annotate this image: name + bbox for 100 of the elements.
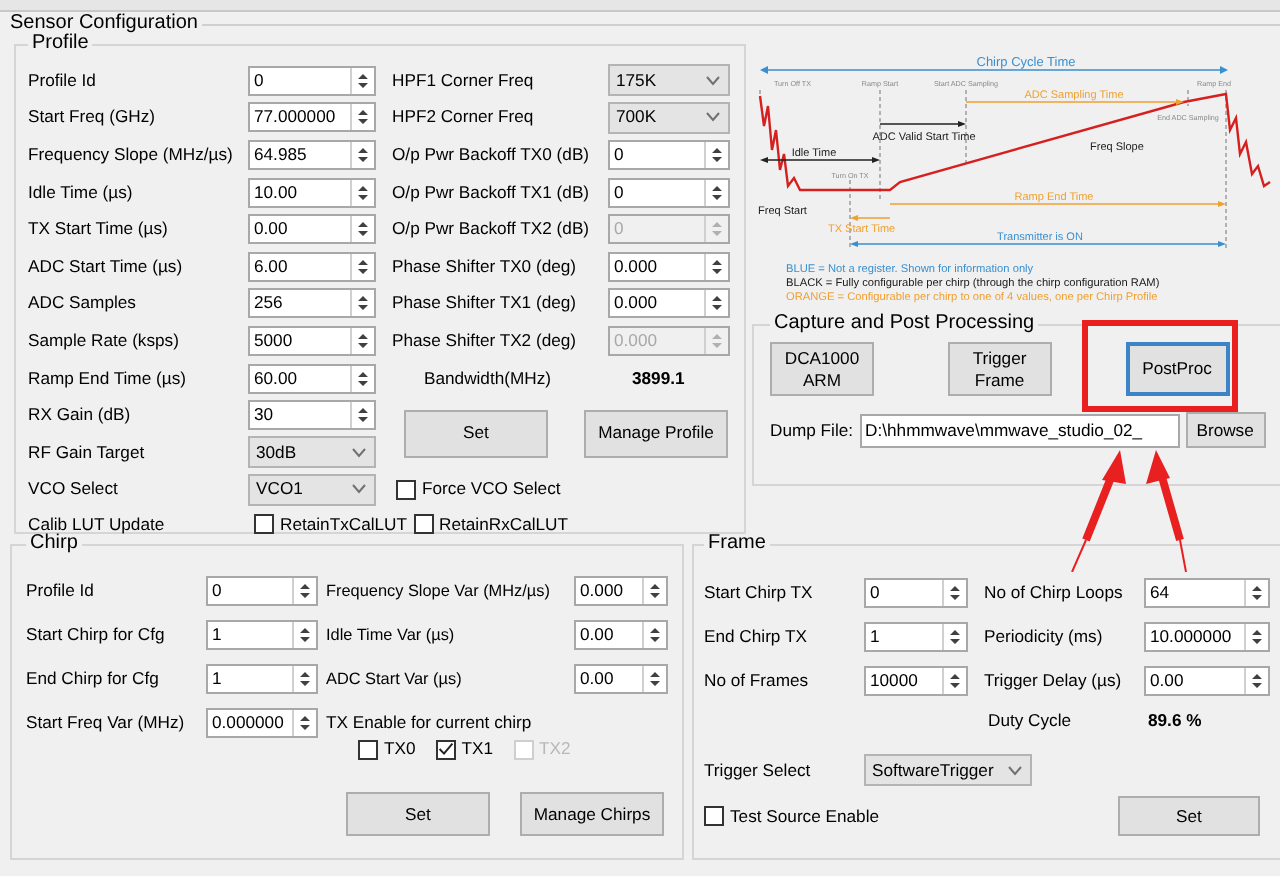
spinner-icon[interactable] [948, 627, 962, 645]
field-label: Profile Id [28, 69, 98, 92]
group-title: Capture and Post Processing [772, 314, 1037, 334]
number-field[interactable]: 1 [206, 619, 318, 649]
number-field[interactable]: 0.00 [574, 663, 668, 693]
spinner-icon[interactable] [356, 257, 370, 276]
spinner-icon[interactable] [648, 669, 662, 687]
push-button[interactable]: Trigger Frame [947, 342, 1052, 396]
spinner-icon[interactable] [356, 71, 370, 90]
spinner-icon[interactable] [710, 294, 724, 313]
push-button[interactable]: Set [404, 409, 548, 458]
group-title: Chirp [28, 534, 80, 554]
number-field[interactable]: 1 [206, 663, 318, 693]
checkbox[interactable] [435, 739, 456, 759]
field-label: Duty Cycle [986, 709, 1074, 731]
push-button[interactable]: Set [346, 792, 490, 836]
number-field[interactable]: 0.000 [608, 251, 730, 282]
checkbox[interactable] [396, 479, 416, 500]
number-field[interactable]: 77.000000 [248, 102, 376, 133]
field-label: Frequency Slope (MHz/µs) [28, 143, 235, 166]
number-field[interactable]: 0.000 [608, 288, 730, 319]
dropdown[interactable]: 30dB [248, 436, 376, 469]
field-label: Profile Id [26, 579, 96, 601]
spinner-icon[interactable] [298, 669, 312, 687]
field-label: HPF1 Corner Freq [392, 69, 536, 92]
number-field[interactable]: 1 [864, 621, 968, 651]
number-field[interactable]: 0 [206, 575, 318, 605]
number-field[interactable]: 6.00 [248, 251, 376, 282]
number-field[interactable]: 10.000000 [1144, 621, 1270, 651]
field-label: HPF2 Corner Freq [392, 106, 536, 129]
spinner-icon[interactable] [356, 406, 370, 425]
spinner-icon[interactable] [1250, 627, 1264, 645]
checkbox[interactable] [254, 514, 274, 535]
dropdown[interactable]: 700K [608, 101, 730, 134]
number-field[interactable]: 0 [608, 177, 730, 208]
push-button[interactable]: Browse [1185, 412, 1266, 448]
checkbox[interactable] [413, 514, 434, 535]
spinner-icon[interactable] [710, 183, 724, 202]
number-field[interactable]: 0.000 [574, 575, 668, 605]
group-title: Frame [706, 534, 768, 554]
dropdown[interactable]: 175K [608, 64, 730, 97]
number-field[interactable]: 0.00 [1144, 665, 1270, 695]
spinner-icon[interactable] [356, 331, 370, 350]
number-field[interactable]: 5000 [248, 325, 376, 356]
number-field[interactable]: 60.00 [248, 363, 376, 394]
push-button[interactable]: Manage Profile [584, 409, 728, 458]
number-field[interactable]: 10.00 [248, 177, 376, 208]
checkbox-label: RetainRxCalLUT [439, 513, 569, 536]
field-label: Trigger Select [704, 759, 813, 781]
spinner-icon[interactable] [298, 625, 312, 643]
field-label: TX Enable for current chirp [326, 711, 534, 733]
number-field[interactable]: 0.000000 [206, 707, 318, 737]
spinner-icon[interactable] [1250, 671, 1264, 689]
field-label: Idle Time (µs) [28, 181, 135, 204]
checkbox-label: TX0 [384, 738, 416, 760]
number-field[interactable]: 256 [248, 288, 376, 319]
number-field[interactable]: 10000 [864, 665, 968, 695]
spinner-icon[interactable] [1250, 583, 1264, 601]
number-field[interactable]: 64 [1144, 577, 1270, 607]
number-field[interactable]: 0 [864, 577, 968, 607]
field-label: No of Frames [704, 669, 811, 691]
number-field[interactable]: 0 [248, 65, 376, 96]
adc-valid-arrow [879, 121, 966, 127]
spinner-icon[interactable] [648, 581, 662, 599]
spinner-icon[interactable] [948, 583, 962, 601]
field-label: Start Chirp TX [704, 581, 815, 603]
field-label: O/p Pwr Backoff TX1 (dB) [392, 181, 592, 204]
spinner-icon[interactable] [356, 220, 370, 239]
number-field[interactable]: 64.985 [248, 139, 376, 170]
spinner-icon[interactable] [710, 257, 724, 276]
field-label: VCO Select [28, 478, 120, 501]
spinner-icon[interactable] [648, 625, 662, 643]
push-button[interactable]: Set [1118, 796, 1260, 836]
text-field[interactable]: D:\hhmmwave\mmwave_studio_02_ [859, 413, 1180, 447]
spinner-icon[interactable] [948, 671, 962, 689]
spinner-icon[interactable] [356, 183, 370, 202]
spinner-icon[interactable] [356, 108, 370, 127]
number-field[interactable]: 0 [608, 139, 730, 170]
checkbox[interactable] [704, 806, 724, 826]
number-field[interactable]: 0.00 [248, 214, 376, 245]
push-button[interactable]: Manage Chirps [520, 792, 664, 836]
spinner-icon[interactable] [356, 294, 370, 313]
push-button[interactable]: DCA1000 ARM [770, 342, 874, 396]
field-label: Start Chirp for Cfg [26, 623, 167, 645]
number-field[interactable]: 0.00 [574, 619, 668, 649]
spinner-icon[interactable] [298, 581, 312, 599]
field-label: Start Freq (GHz) [28, 106, 158, 129]
field-label: Phase Shifter TX1 (deg) [392, 292, 579, 315]
number-field[interactable]: 30 [248, 400, 376, 431]
checkbox[interactable] [358, 739, 378, 759]
dropdown[interactable]: VCO1 [248, 473, 376, 506]
spinner-icon[interactable] [356, 145, 370, 164]
field-label: End Chirp for Cfg [26, 667, 161, 689]
push-button[interactable]: PostProc [1125, 342, 1230, 396]
checkbox-label: RetainTxCalLUT [280, 513, 408, 536]
spinner-icon[interactable] [710, 145, 724, 164]
spinner-icon[interactable] [298, 713, 312, 731]
spinner-icon[interactable] [356, 369, 370, 388]
dropdown[interactable]: SoftwareTrigger [864, 754, 1032, 786]
field-label: Frequency Slope Var (MHz/µs) [326, 579, 552, 601]
